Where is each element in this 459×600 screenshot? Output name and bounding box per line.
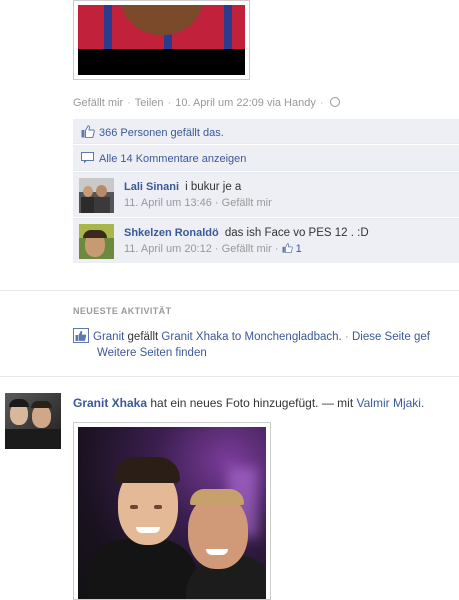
like-link[interactable]: Gefällt mir xyxy=(73,97,123,109)
comment-timestamp[interactable]: 11. April um 13:46 xyxy=(124,197,212,209)
view-all-comments-link[interactable]: Alle 14 Kommentare anzeigen xyxy=(99,153,246,165)
comment-like-count[interactable]: 1 xyxy=(296,243,302,255)
find-more-pages-link[interactable]: Weitere Seiten finden xyxy=(97,347,207,359)
separator-dot: · xyxy=(127,97,131,109)
activity-actor-link[interactable]: Granit xyxy=(93,331,124,343)
commenter-avatar[interactable] xyxy=(79,224,114,259)
post-action-bar: Gefällt mir · Teilen · 10. April um 22:09 vi… xyxy=(73,97,340,109)
post-author-link[interactable]: Granit Xhaka xyxy=(73,396,147,410)
separator-dot: · xyxy=(271,243,282,255)
share-link[interactable]: Teilen xyxy=(135,97,164,109)
section-divider xyxy=(0,376,459,377)
separator-dot: · xyxy=(211,243,222,255)
comment-item: Lali Sinani i bukur je a 11. April um 13… xyxy=(73,172,459,217)
separator-dot: · xyxy=(211,197,222,209)
post-author-avatar[interactable] xyxy=(5,393,61,449)
find-more-pages-row: Weitere Seiten finden xyxy=(97,347,207,359)
likes-summary-link[interactable]: 366 Personen gefällt das. xyxy=(99,127,224,139)
post-timestamp[interactable]: 10. April um 22:09 via Handy xyxy=(175,97,316,109)
globe-privacy-icon[interactable] xyxy=(329,97,340,107)
comment-like-link[interactable]: Gefällt mir xyxy=(222,197,272,209)
likes-summary-row: 366 Personen gefällt das. xyxy=(73,119,459,144)
activity-page-link[interactable]: Granit Xhaka to Monchengladbach. xyxy=(161,331,341,343)
comments-box: 366 Personen gefällt das. Alle 14 Kommen… xyxy=(73,119,459,263)
previous-post-photo[interactable] xyxy=(73,0,250,80)
post-photo-image xyxy=(78,427,266,599)
page-like-icon xyxy=(73,328,89,343)
view-all-comments-row: Alle 14 Kommentare anzeigen xyxy=(73,145,459,171)
comment-text: i bukur je a xyxy=(185,181,242,193)
comment-author-link[interactable]: Shkelzen Ronaldö xyxy=(124,227,219,239)
section-divider xyxy=(0,290,459,291)
thumbs-up-icon xyxy=(81,125,95,138)
post-action-text: hat ein neues Foto hinzugefügt. — mit xyxy=(150,396,354,410)
post-photo[interactable] xyxy=(73,422,271,600)
separator-dot: · xyxy=(319,97,324,109)
tagged-person-link[interactable]: Valmir Mjaki. xyxy=(357,396,425,410)
separator-dot: · xyxy=(167,97,172,109)
separator-dot: · xyxy=(344,331,352,343)
comment-author-link[interactable]: Lali Sinani xyxy=(124,181,179,193)
post-header: Granit Xhaka hat ein neues Foto hinzugef… xyxy=(73,396,424,410)
recent-activity-heading: NEUESTE AKTIVITÄT xyxy=(73,306,172,316)
activity-verb: gefällt xyxy=(127,331,159,343)
comment-bubble-icon xyxy=(81,152,94,164)
activity-page-suggestion-link[interactable]: Diese Seite gef xyxy=(352,331,430,343)
commenter-avatar[interactable] xyxy=(79,178,114,213)
recent-activity-item: Granit gefällt Granit Xhaka to Monchengl… xyxy=(73,328,430,343)
comment-like-link[interactable]: Gefällt mir xyxy=(222,243,272,255)
previous-post-photo-image xyxy=(78,5,245,75)
thumbs-up-icon xyxy=(282,243,293,254)
comment-item: Shkelzen Ronaldö das ish Face vo PES 12 … xyxy=(73,218,459,263)
comment-timestamp[interactable]: 11. April um 20:12 xyxy=(124,243,212,255)
comment-text: das ish Face vo PES 12 . :D xyxy=(224,227,369,239)
